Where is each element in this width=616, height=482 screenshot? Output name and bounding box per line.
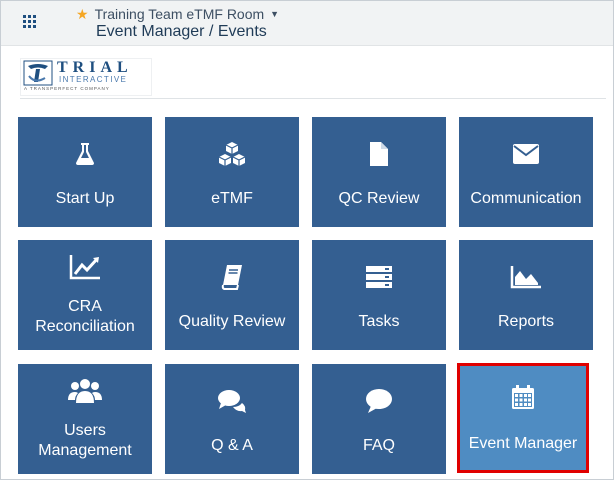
tile-label: Communication (470, 190, 582, 207)
trial-interactive-logo: TRIAL INTERACTIVE A TRANSPERFECT COMPANY (20, 58, 152, 96)
tile-users-management[interactable]: Users Management (18, 364, 152, 474)
file-icon (312, 141, 446, 167)
tile-label: Start Up (55, 190, 115, 207)
tile-start-up[interactable]: Start Up (18, 117, 152, 227)
tile-label: Reports (497, 313, 555, 330)
breadcrumb: Event Manager / Events (96, 23, 267, 40)
tile-label: Tasks (358, 313, 400, 330)
tile-faq[interactable]: FAQ (312, 364, 446, 474)
tile-label: Q & A (211, 437, 253, 454)
room-name: Training Team eTMF Room (94, 6, 265, 22)
users-icon (18, 378, 152, 404)
star-icon: ★ (76, 6, 89, 22)
calendar-icon (459, 384, 587, 410)
tile-label: Users Management (38, 422, 132, 459)
comment-icon (312, 388, 446, 414)
logo-tagline: A TRANSPERFECT COMPANY (24, 86, 110, 91)
book-icon (165, 264, 299, 290)
tile-qc-review[interactable]: QC Review (312, 117, 446, 227)
tile-tasks[interactable]: Tasks (312, 240, 446, 350)
tile-q-and-a[interactable]: Q & A (165, 364, 299, 474)
tile-quality-review[interactable]: Quality Review (165, 240, 299, 350)
tile-etmf[interactable]: eTMF (165, 117, 299, 227)
tile-reports[interactable]: Reports (459, 240, 593, 350)
apps-grid-icon[interactable] (23, 15, 37, 29)
tile-label: CRA Reconciliation (35, 298, 135, 335)
line-chart-icon (18, 254, 152, 280)
cubes-icon (165, 141, 299, 167)
area-chart-icon (459, 264, 593, 290)
divider (20, 98, 606, 99)
comments-icon (165, 388, 299, 414)
tile-label: eTMF (211, 190, 253, 207)
tile-label: FAQ (362, 437, 395, 454)
tile-label: Quality Review (178, 313, 286, 330)
tile-label: Event Manager (468, 435, 578, 452)
envelope-icon (459, 141, 593, 167)
tile-communication[interactable]: Communication (459, 117, 593, 227)
room-selector[interactable]: ★ Training Team eTMF Room ▼ (76, 5, 279, 23)
top-header: ★ Training Team eTMF Room ▼ Event Manage… (1, 1, 613, 46)
caret-down-icon: ▼ (270, 9, 280, 19)
logo-subname: INTERACTIVE (59, 75, 128, 84)
tile-cra-reconciliation[interactable]: CRA Reconciliation (18, 240, 152, 350)
logo-mark-icon (23, 60, 53, 86)
tile-label: QC Review (338, 190, 420, 207)
flask-icon (18, 141, 152, 167)
server-icon (312, 264, 446, 290)
tile-event-manager[interactable]: Event Manager (459, 364, 587, 470)
